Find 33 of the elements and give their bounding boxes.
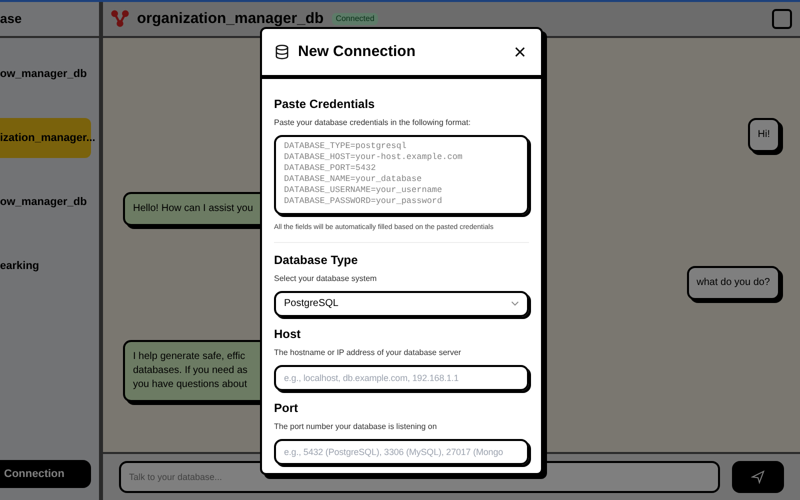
dialog-title: New Connection	[298, 42, 417, 62]
database-icon	[274, 44, 290, 60]
send-icon	[751, 470, 765, 484]
text-input[interactable]: e.g., localhost, db.example.com, 192.168.1.1	[274, 364, 529, 390]
message-text: you have questions about	[133, 378, 247, 392]
connection-item[interactable]: earking	[0, 246, 91, 286]
message-text: what do you do?	[696, 276, 770, 290]
header-button[interactable]	[772, 9, 792, 29]
message-text: Hi!	[758, 128, 770, 142]
close-icon	[515, 47, 525, 57]
chevron-down-icon	[511, 301, 519, 306]
chat-title: organization_manager_db	[137, 8, 324, 29]
section-heading: Port	[274, 400, 299, 416]
section-description: The hostname or IP address of your database server	[274, 346, 462, 358]
section-heading: Paste Credentials	[274, 96, 376, 113]
connection-item[interactable]: ow_manager_db	[0, 182, 91, 222]
message-text: databases. If you need as	[133, 364, 248, 378]
connection-item[interactable]: ow_manager_db	[0, 54, 91, 94]
credentials-textarea[interactable]: DATABASE_TYPE=postgresql DATABASE_HOST=your-host.example.com DATABASE_PORT=5432 DATABASE_NAME=your_database DATABASE_USERNAME=your_username DATABASE_PASSWORD=your_password	[274, 135, 529, 215]
section-heading: Host	[274, 326, 302, 342]
status-badge: Connected	[332, 13, 378, 25]
text-input[interactable]: e.g., 5432 (PostgreSQL), 3306 (MySQL), 27017 (Mongo	[274, 438, 529, 464]
new-connection-button[interactable]: Connection	[0, 460, 91, 488]
sidebar-title: ase	[0, 10, 22, 28]
message-text: Hello! How can I assist you	[133, 202, 254, 216]
database-type-select[interactable]: PostgreSQL	[274, 290, 529, 316]
section-heading: Database Type	[274, 252, 359, 268]
section-description: Select your database system	[274, 272, 378, 284]
send-button[interactable]	[732, 461, 784, 493]
section-description: The port number your database is listening on	[274, 420, 438, 432]
network-logo-icon	[111, 10, 129, 28]
message-text: I help generate safe, effic	[133, 350, 246, 364]
section-description: Paste your database credentials in the following format:	[274, 117, 472, 129]
